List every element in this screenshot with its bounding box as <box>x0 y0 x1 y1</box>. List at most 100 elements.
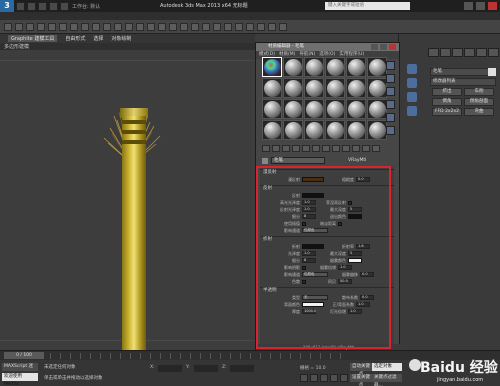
type-select[interactable]: 无 <box>302 295 328 300</box>
sample-slot[interactable] <box>367 99 387 119</box>
sample-slot[interactable] <box>304 78 324 98</box>
tab-freeform[interactable]: 自由形式 <box>65 35 85 42</box>
sample-slot[interactable] <box>325 57 345 77</box>
roughness-field[interactable]: 0.0 <box>356 177 370 182</box>
minimize-button[interactable] <box>464 2 473 10</box>
put-to-library-icon[interactable] <box>322 145 330 152</box>
modifier-list-dropdown[interactable]: 修改器列表 <box>430 78 496 86</box>
sample-slot[interactable] <box>304 57 324 77</box>
maxscript-mini-input[interactable]: 欢迎使用 MAXSc <box>2 373 38 386</box>
select-icon[interactable] <box>59 23 67 31</box>
max-depth-field[interactable]: 5 <box>348 207 362 212</box>
show-map-icon[interactable] <box>342 145 350 152</box>
link-icon[interactable] <box>26 23 34 31</box>
medit-minimize-button[interactable] <box>371 44 378 50</box>
align-icon[interactable] <box>202 23 210 31</box>
sample-uv-icon[interactable] <box>407 106 417 116</box>
sample-slot[interactable] <box>283 99 303 119</box>
scatter-coeff-field[interactable]: 0.0 <box>360 295 374 300</box>
sample-slot[interactable] <box>346 120 366 140</box>
fresnel-checkbox[interactable] <box>348 200 352 205</box>
eyedropper-icon[interactable] <box>262 157 268 164</box>
fog-multiplier-field[interactable]: 1.0 <box>338 265 352 270</box>
go-forward-sibling-icon[interactable] <box>372 145 380 152</box>
fog-color-swatch[interactable] <box>348 258 362 263</box>
refr-subdivs-field[interactable]: 8 <box>302 258 316 263</box>
sample-slot[interactable] <box>367 120 387 140</box>
set-key-button[interactable]: 设置关键点 <box>350 374 372 386</box>
redo-icon[interactable] <box>60 1 69 11</box>
use-interp-checkbox[interactable] <box>302 221 306 226</box>
background-icon[interactable] <box>407 92 417 102</box>
copy-material-icon[interactable] <box>302 145 310 152</box>
pivot-icon[interactable] <box>147 23 155 31</box>
fog-bias-field[interactable]: 0.0 <box>360 272 374 277</box>
modifier-button[interactable]: 车削 <box>464 88 494 96</box>
key-filters-button[interactable]: 关键点过滤器... <box>372 374 402 386</box>
undo-tool-icon[interactable] <box>4 23 12 31</box>
ior-field[interactable]: 1.6 <box>356 244 370 249</box>
render-setup-icon[interactable] <box>257 23 265 31</box>
abbe-field[interactable]: 50.0 <box>338 279 352 284</box>
sample-slot[interactable] <box>283 120 303 140</box>
object-name-field[interactable]: 毛笔 <box>430 68 496 76</box>
selected-object-dropdown[interactable]: 选定对象 <box>372 363 402 371</box>
material-name-field[interactable]: 毛笔 <box>271 157 325 164</box>
exit-color-swatch[interactable] <box>348 214 362 219</box>
video-color-check-button[interactable] <box>386 100 395 109</box>
prev-frame-icon[interactable] <box>310 374 318 382</box>
assign-material-icon[interactable] <box>282 145 290 152</box>
modifier-button[interactable]: 弯曲 <box>464 108 494 116</box>
bind-icon[interactable] <box>48 23 56 31</box>
max-depth-refr-field[interactable]: 5 <box>348 251 362 256</box>
sample-slot[interactable] <box>367 78 387 98</box>
sample-slot[interactable] <box>346 57 366 77</box>
sample-slot[interactable] <box>346 99 366 119</box>
display-tab-icon[interactable] <box>476 48 487 57</box>
tab-object-paint[interactable]: 对象绘制 <box>111 35 131 42</box>
options-button[interactable] <box>386 126 395 135</box>
material-type-button[interactable]: VRayMtl <box>348 158 366 163</box>
rect-select-icon[interactable] <box>81 23 89 31</box>
thickness-field[interactable]: 1000.0 <box>302 309 316 314</box>
modifier-button[interactable]: 挤出 <box>432 88 462 96</box>
perspective-viewport[interactable] <box>0 50 255 350</box>
modify-tab-icon[interactable] <box>440 48 451 57</box>
sample-slot[interactable] <box>367 57 387 77</box>
reset-map-icon[interactable] <box>292 145 300 152</box>
sample-slot[interactable] <box>262 78 282 98</box>
create-tab-icon[interactable] <box>428 48 439 57</box>
tab-graphite[interactable]: Graphite 建模工具 <box>8 35 58 42</box>
y-coord-field[interactable] <box>194 365 218 372</box>
modifier-button[interactable]: 倒角 <box>432 98 462 106</box>
percent-snap-icon[interactable] <box>180 23 188 31</box>
light-mult-field[interactable]: 1.0 <box>348 309 362 314</box>
open-file-icon[interactable] <box>27 1 36 11</box>
search-input[interactable]: 键入关键字或短语 <box>325 2 410 10</box>
new-file-icon[interactable] <box>16 1 25 11</box>
auto-key-button[interactable]: 自动关键点 <box>350 363 372 377</box>
sample-slot[interactable] <box>283 78 303 98</box>
backlight-button[interactable] <box>386 74 395 83</box>
maximize-button[interactable] <box>476 2 485 10</box>
go-to-end-icon[interactable] <box>340 374 348 382</box>
schematic-icon[interactable] <box>235 23 243 31</box>
put-to-scene-icon[interactable] <box>272 145 280 152</box>
show-end-result-icon[interactable] <box>352 145 360 152</box>
rotate-icon[interactable] <box>114 23 122 31</box>
refract-swatch[interactable] <box>302 244 324 249</box>
motion-tab-icon[interactable] <box>464 48 475 57</box>
modifier-button[interactable]: 倒角剖面 <box>464 98 494 106</box>
mirror-icon[interactable] <box>191 23 199 31</box>
reflect-swatch[interactable] <box>302 193 324 198</box>
sample-type-button[interactable] <box>386 61 395 70</box>
sample-slot[interactable] <box>283 57 303 77</box>
scale-icon[interactable] <box>125 23 133 31</box>
dim-distance-checkbox[interactable] <box>338 221 342 226</box>
window-cross-icon[interactable] <box>92 23 100 31</box>
play-icon[interactable] <box>320 374 328 382</box>
sample-slot-active[interactable] <box>262 57 282 77</box>
affect-channels-select[interactable]: 仅颜色 <box>302 228 328 233</box>
glossiness-field[interactable]: 1.0 <box>302 251 316 256</box>
go-to-start-icon[interactable] <box>300 374 308 382</box>
